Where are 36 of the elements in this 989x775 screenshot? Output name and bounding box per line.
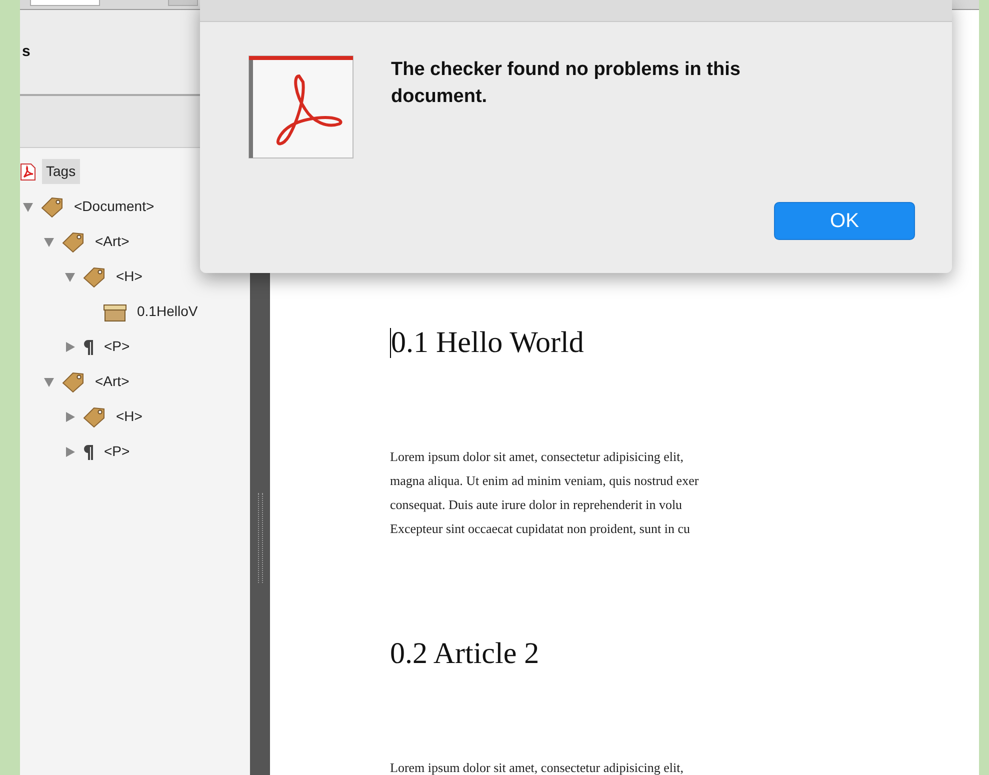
collapsed-triangle-icon[interactable] [64, 340, 76, 352]
expanded-triangle-icon[interactable] [22, 200, 34, 212]
tree-item[interactable]: <H> [112, 404, 146, 429]
tree-item[interactable]: <Art> [91, 369, 134, 394]
tag-icon [61, 230, 85, 252]
alert-message: The checker found no problems in this document. [391, 58, 742, 109]
splitter-grip[interactable] [258, 492, 262, 582]
tree-item[interactable]: <P> [100, 334, 134, 359]
tree-item[interactable]: Tags [42, 159, 80, 184]
body-text-line: Lorem ipsum dolor sit amet, consectetur adipisicing elit, [390, 759, 684, 775]
tag-icon [82, 266, 106, 288]
collapsed-triangle-icon[interactable] [64, 410, 76, 422]
tag-icon [40, 196, 64, 218]
pilcrow-icon [82, 338, 94, 356]
body-text-line: Excepteur sint occaecat cupidatat non proident, sunt in cu [390, 520, 690, 538]
pilcrow-icon [82, 442, 94, 460]
expanded-triangle-icon[interactable] [43, 236, 55, 248]
expanded-triangle-icon[interactable] [64, 270, 76, 282]
body-text-line: consequat. Duis aute irure dolor in reprehenderit in volu [390, 496, 682, 514]
panel-title: s [22, 42, 30, 62]
tree-item[interactable]: <H> [112, 264, 146, 289]
section-heading: 0.2 Article 2 [390, 636, 540, 672]
toolbar-field[interactable] [30, 0, 100, 6]
box-icon [103, 302, 127, 322]
pdf-app-icon [247, 54, 355, 160]
body-text-line: magna aliqua. Ut enim ad minim veniam, quis nostrud exer [390, 472, 699, 490]
body-text-line: Lorem ipsum dolor sit amet, consectetur adipisicing elit, [390, 448, 684, 466]
tag-icon [82, 406, 106, 428]
tree-item[interactable]: <Document> [70, 194, 158, 219]
section-heading: 0.1 Hello World [391, 325, 584, 361]
tree-item[interactable]: <Art> [91, 229, 134, 254]
collapsed-triangle-icon[interactable] [64, 446, 76, 458]
tag-icon [61, 370, 85, 392]
tree-item[interactable]: 0.1HelloV [133, 299, 202, 324]
expanded-triangle-icon[interactable] [43, 376, 55, 388]
tree-item[interactable]: <P> [100, 439, 134, 464]
